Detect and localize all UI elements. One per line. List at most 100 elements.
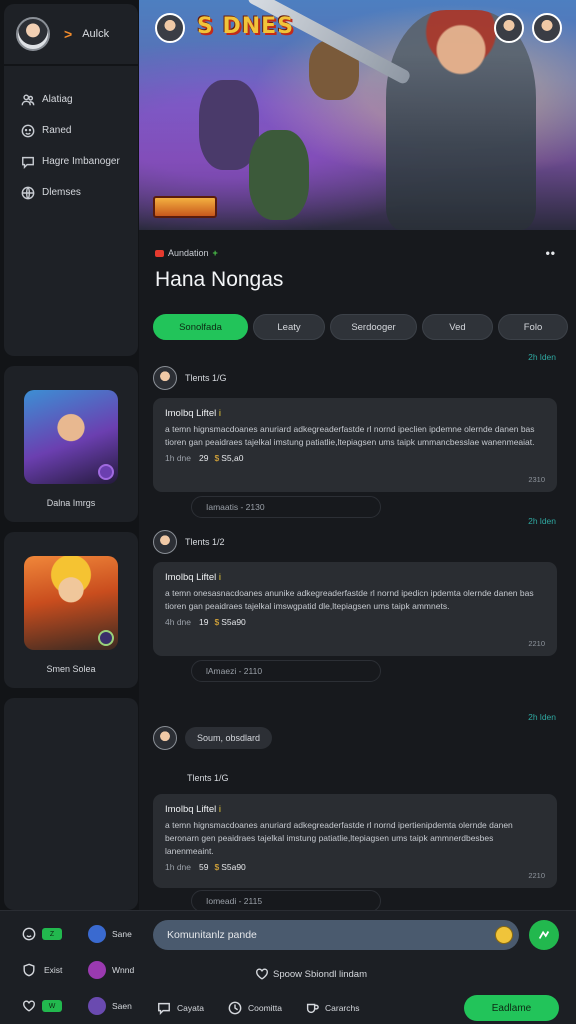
- sidebar-item-alatiag[interactable]: Alatiag: [4, 84, 138, 115]
- sidebar-item-hagre[interactable]: Hagre Imbanoger: [4, 146, 138, 177]
- bottom-item-heart[interactable]: W: [22, 999, 62, 1013]
- face-icon: [20, 123, 36, 139]
- post-duration: 4h dne: [165, 617, 191, 627]
- banner-avatar[interactable]: [494, 13, 524, 43]
- game-icon: [88, 961, 106, 979]
- send-button[interactable]: [529, 920, 559, 950]
- bottom-game-sane[interactable]: Sane: [88, 925, 132, 943]
- reply-field[interactable]: lAmaezi - 2110: [191, 660, 381, 682]
- channel-name[interactable]: Aundation: [168, 248, 209, 258]
- game-icon: [88, 925, 106, 943]
- post-title: Imolbq Liftel i: [165, 408, 221, 419]
- sidebar: > Aulck Alatiag Raned Hagre Imbanoger Dl…: [4, 4, 138, 910]
- card-thumbnail[interactable]: [24, 556, 118, 650]
- main-content: Aundation + •• Hana Nongas Sonolfada Lea…: [139, 230, 576, 912]
- like-text: Spoow Sbiondl lindam: [273, 968, 368, 980]
- game-label: Wnnd: [112, 965, 135, 975]
- reply-field[interactable]: Iamaatis - 2130: [191, 496, 381, 518]
- card-title[interactable]: Smen Solea: [4, 664, 138, 674]
- post-count: 59: [199, 862, 209, 872]
- people-icon: [20, 92, 36, 108]
- filter-tabs: Sonolfada Leaty Serdooger Ved Folo: [153, 314, 568, 340]
- shield-icon: [23, 963, 35, 977]
- coin-icon: $: [214, 862, 220, 872]
- sidebar-nav: Alatiag Raned Hagre Imbanoger Dlemses: [4, 66, 138, 356]
- banner-enemy: [249, 130, 309, 220]
- tab-folo[interactable]: Folo: [498, 314, 568, 340]
- tab-ved[interactable]: Ved: [422, 314, 493, 340]
- game-icon: [88, 997, 106, 1015]
- bottom-game-wnnd[interactable]: Wnnd: [88, 961, 134, 979]
- bottom-item-face[interactable]: Z: [22, 927, 62, 941]
- post-author[interactable]: Tlents 1/G: [187, 773, 229, 783]
- action-button[interactable]: Cararchs: [305, 1001, 359, 1015]
- tab-sonolfada[interactable]: Sonolfada: [153, 314, 248, 340]
- post-author[interactable]: Tlents 1/2: [153, 530, 225, 554]
- post-card[interactable]: Imolbq Liftel i a temn onesasnacdoanes a…: [153, 562, 557, 656]
- game-label: Sane: [112, 929, 132, 939]
- post-duration: 1h dne: [165, 862, 191, 872]
- bottom-item-label: Exist: [44, 965, 63, 975]
- bottom-game-saen[interactable]: Saen: [88, 997, 132, 1015]
- status-badge: [98, 464, 114, 480]
- post-time: 2h lden: [528, 352, 556, 362]
- post-card[interactable]: Imolbq Liftel i a temn hignsmacdoanes an…: [153, 794, 557, 888]
- post-author[interactable]: Tlents 1/G: [153, 366, 227, 390]
- card-thumbnail[interactable]: [24, 390, 118, 484]
- tab-leaty[interactable]: Leaty: [253, 314, 325, 340]
- sidebar-item-dlemses[interactable]: Dlemses: [4, 177, 138, 208]
- chevron-right-icon[interactable]: >: [64, 26, 72, 42]
- avatar[interactable]: [153, 726, 177, 750]
- chat-icon: [20, 154, 36, 170]
- action-button[interactable]: Cayata: [157, 1001, 204, 1015]
- tab-serdooger[interactable]: Serdooger: [330, 314, 417, 340]
- action-button[interactable]: Coomitta: [228, 1001, 282, 1015]
- plus-icon[interactable]: +: [213, 248, 218, 258]
- post-meta: 1h dne 29 $ S5,a0: [165, 453, 545, 463]
- post-duration: 1h dne: [165, 453, 191, 463]
- comment-input[interactable]: Komunitanlz pande: [153, 920, 519, 950]
- post-counter: 2210: [528, 871, 545, 880]
- action-label: Cararchs: [325, 1003, 360, 1013]
- author-name[interactable]: Tlents 1/G: [185, 373, 227, 383]
- post-meta: 1h dne 59 $ S5a90: [165, 862, 545, 872]
- avatar[interactable]: [153, 366, 177, 390]
- status-pill: W: [42, 1000, 62, 1012]
- community-card[interactable]: Dalna Imrgs: [4, 366, 138, 522]
- post-card[interactable]: Imolbq Liftel i a temn hignsmacdoanes an…: [153, 398, 557, 492]
- sidebar-item-raned[interactable]: Raned: [4, 115, 138, 146]
- post-amount: S5,a0: [221, 453, 244, 463]
- sidebar-item-label: Hagre Imbanoger: [42, 156, 120, 167]
- post-amount: S5a90: [221, 617, 246, 627]
- author-name[interactable]: Tlents 1/2: [185, 537, 225, 547]
- post-body: a temn hignsmacdoanes anuriard adkegread…: [165, 424, 535, 447]
- bottom-item-exist[interactable]: Exist: [22, 963, 62, 977]
- breadcrumb[interactable]: Aundation +: [155, 248, 218, 258]
- emoji-icon[interactable]: [495, 926, 513, 944]
- coin-icon: $: [214, 617, 220, 627]
- user-panel[interactable]: > Aulck: [4, 4, 138, 64]
- card-title[interactable]: Dalna Imrgs: [4, 498, 138, 508]
- heart-outline-icon: [256, 968, 268, 980]
- clock-icon: [228, 1001, 242, 1015]
- cup-icon: [306, 1003, 319, 1014]
- banner-avatar[interactable]: [532, 13, 562, 43]
- more-icon[interactable]: ••: [546, 246, 556, 260]
- post-body: a temn onesasnacdoanes anunike adkegread…: [165, 588, 534, 611]
- post-counter: 2310: [528, 475, 545, 484]
- like-row[interactable]: Spoow Sbiondl lindam: [255, 967, 367, 981]
- comment-bubble[interactable]: Soum, obsdlard: [185, 727, 273, 749]
- reply-field[interactable]: Iomeadi - 2115: [191, 890, 381, 912]
- primary-cta-button[interactable]: Eadlame: [464, 995, 559, 1021]
- video-icon: [155, 249, 164, 257]
- user-name[interactable]: Aulck: [82, 28, 109, 40]
- post-author[interactable]: Soum, obsdlard: [153, 726, 273, 750]
- avatar[interactable]: [153, 530, 177, 554]
- avatar[interactable]: [16, 17, 50, 51]
- status-badge: [98, 630, 114, 646]
- banner-avatar[interactable]: [155, 13, 185, 43]
- community-card[interactable]: Smen Solea: [4, 532, 138, 688]
- author-name[interactable]: Tlents 1/G: [187, 773, 229, 783]
- send-icon: [538, 930, 550, 939]
- sidebar-item-label: Alatiag: [42, 94, 73, 105]
